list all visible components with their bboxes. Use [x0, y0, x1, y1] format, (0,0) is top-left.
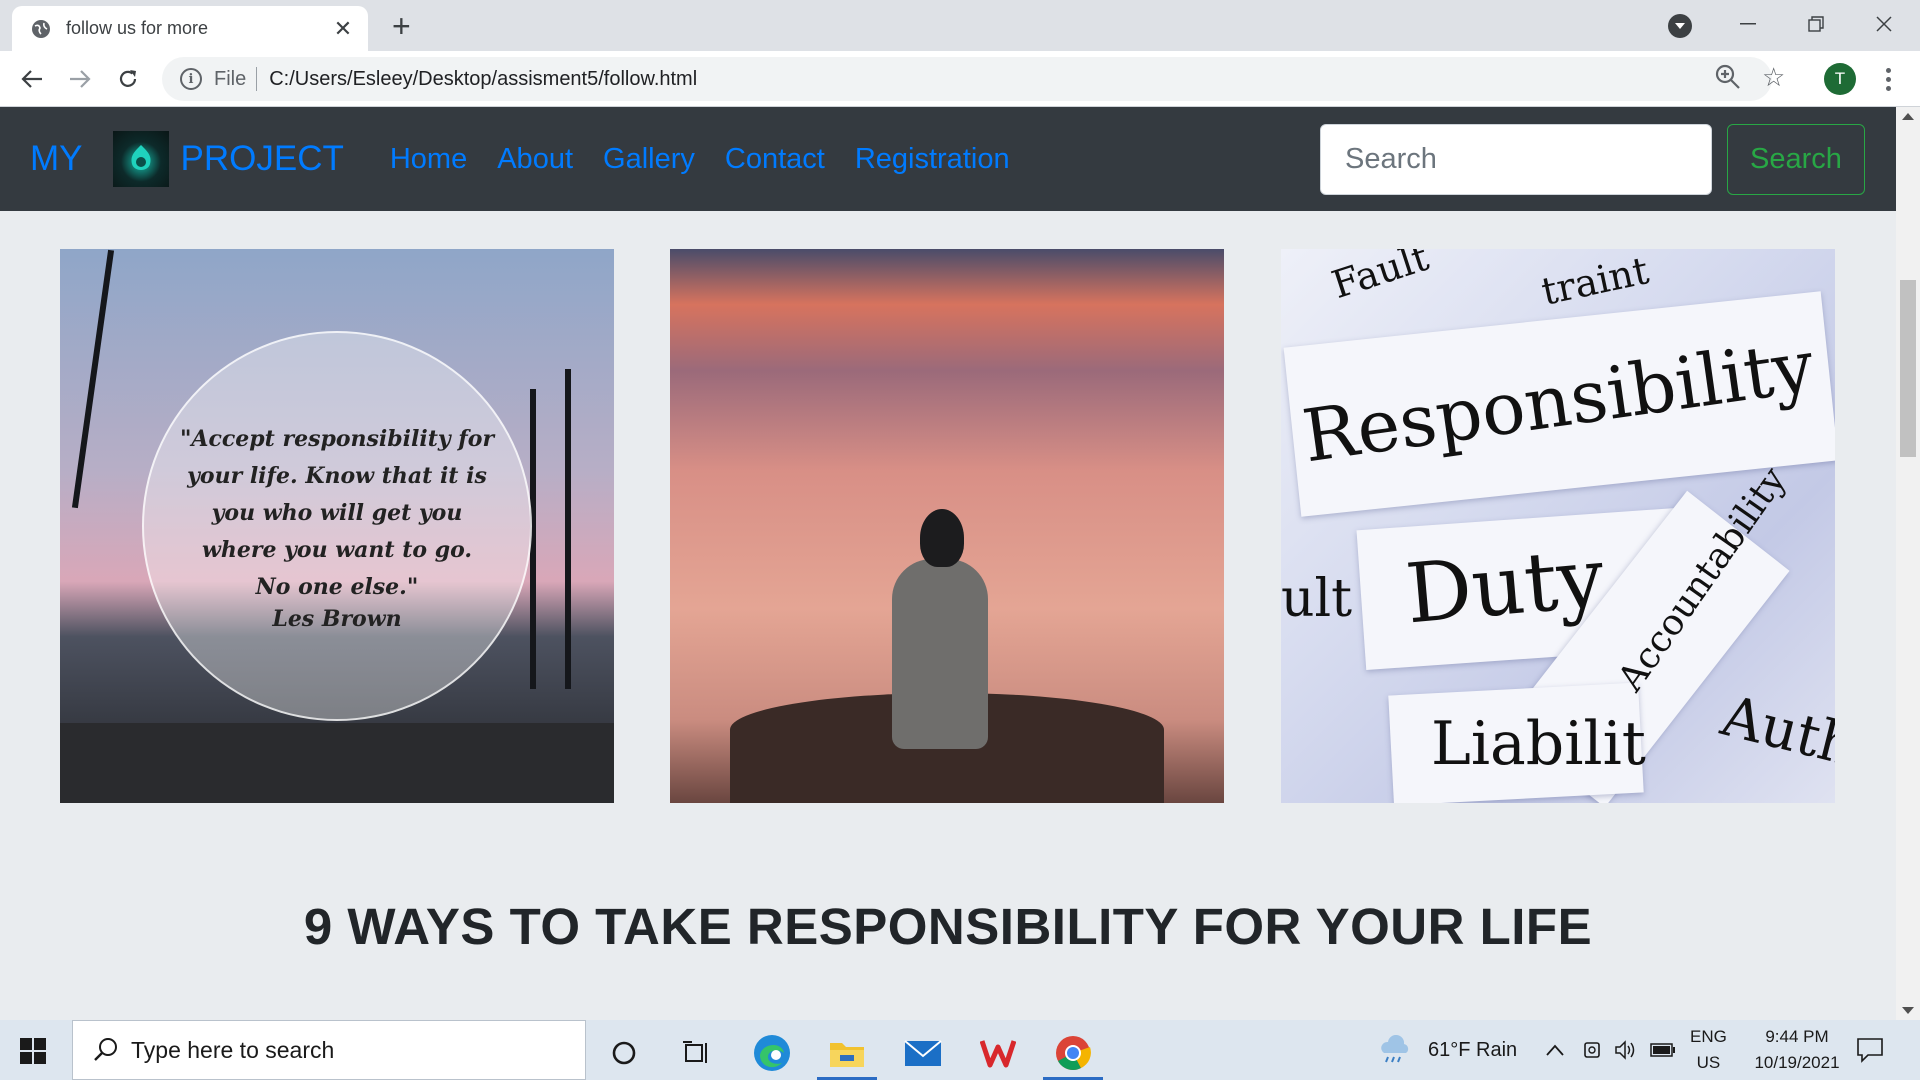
- scrollbar-thumb[interactable]: [1900, 280, 1916, 457]
- person-head: [920, 509, 964, 567]
- meet-now-icon[interactable]: [1582, 1020, 1604, 1080]
- word-duty: Duty: [1402, 530, 1608, 643]
- scroll-down-arrow-icon[interactable]: [1902, 1007, 1914, 1014]
- page-viewport: MY PROJECT Home About Gallery Contact Re…: [0, 107, 1896, 1020]
- quote-circle: "Accept responsibility for your life. Kn…: [142, 331, 532, 721]
- word-fault: Fault: [1326, 249, 1434, 308]
- menu-icon[interactable]: [1878, 63, 1898, 95]
- chrome-icon[interactable]: [1037, 1026, 1109, 1080]
- notifications-icon[interactable]: [1856, 1020, 1884, 1080]
- site-search-input[interactable]: [1320, 124, 1712, 195]
- responsibility-words-image: Fault traint Responsibility Duty ult Acc…: [1281, 249, 1835, 803]
- word-ult: ult: [1281, 569, 1353, 629]
- close-tab-icon[interactable]: ✕: [332, 16, 354, 42]
- show-hidden-icons-icon[interactable]: [1546, 1020, 1564, 1080]
- nav-link-contact[interactable]: Contact: [725, 143, 825, 176]
- bookmark-star-icon[interactable]: ☆: [1762, 62, 1785, 93]
- person-figure: [892, 559, 988, 749]
- weather-widget[interactable]: 61°F Rain: [1378, 1020, 1517, 1080]
- word-auth: Auth: [1715, 683, 1835, 780]
- url-text[interactable]: C:/Users/Esleey/Desktop/assisment5/follo…: [269, 68, 697, 91]
- quote-image: "Accept responsibility for your life. Kn…: [60, 249, 614, 803]
- brand-left-text: MY: [30, 139, 83, 178]
- browser-tab-strip: follow us for more ✕ +: [0, 0, 1920, 51]
- minimize-button[interactable]: [1728, 8, 1768, 40]
- tab-title: follow us for more: [66, 18, 209, 38]
- site-navbar: MY PROJECT Home About Gallery Contact Re…: [0, 107, 1896, 211]
- back-button[interactable]: [16, 63, 48, 95]
- address-bar[interactable]: i File C:/Users/Esleey/Desktop/assisment…: [162, 57, 1772, 101]
- scroll-up-arrow-icon[interactable]: [1902, 113, 1914, 120]
- taskbar-search-box[interactable]: Type here to search: [72, 1020, 586, 1080]
- weather-text: 61°F Rain: [1428, 1038, 1518, 1061]
- quote-author: Les Brown: [272, 605, 402, 632]
- brand-logo: [112, 131, 169, 187]
- browser-tab[interactable]: follow us for more ✕: [12, 6, 368, 51]
- taskbar-search-placeholder: Type here to search: [131, 1036, 335, 1063]
- nav-link-registration[interactable]: Registration: [855, 143, 1010, 176]
- brand-right-text: PROJECT: [180, 139, 344, 178]
- edge-browser-icon[interactable]: [736, 1026, 808, 1080]
- quote-text: "Accept responsibility for your life. Kn…: [172, 421, 502, 606]
- battery-icon[interactable]: [1650, 1020, 1676, 1080]
- palm-tree: [71, 249, 115, 509]
- region-code: US: [1696, 1053, 1721, 1072]
- forward-button[interactable]: [64, 63, 96, 95]
- info-icon[interactable]: i: [180, 68, 202, 90]
- nav-link-about[interactable]: About: [497, 143, 573, 176]
- road: [60, 723, 614, 803]
- reload-button[interactable]: [112, 63, 144, 95]
- windows-start-icon[interactable]: [20, 1038, 46, 1064]
- language-indicator[interactable]: ENG US: [1690, 1020, 1727, 1080]
- globe-icon: [30, 18, 52, 40]
- restore-button[interactable]: [1796, 8, 1836, 40]
- language-code: ENG: [1690, 1027, 1727, 1046]
- quote-line: "Accept responsibility for: [179, 425, 495, 452]
- rain-cloud-icon: [1381, 1035, 1409, 1063]
- nav-links: Home About Gallery Contact Registration: [390, 143, 1010, 176]
- mountain-clouds-image: [670, 249, 1224, 803]
- nav-link-gallery[interactable]: Gallery: [603, 143, 695, 176]
- task-view-icon[interactable]: [660, 1026, 732, 1080]
- close-window-button[interactable]: [1864, 8, 1904, 40]
- new-tab-button[interactable]: +: [392, 10, 411, 42]
- clock-date: 10/19/2021: [1754, 1053, 1840, 1072]
- nav-link-home[interactable]: Home: [390, 143, 467, 176]
- volume-icon[interactable]: [1614, 1020, 1638, 1080]
- site-search-button[interactable]: Search: [1727, 124, 1865, 195]
- quote-line: your life. Know that it is: [187, 462, 487, 489]
- scheme-label: File: [214, 67, 258, 91]
- quote-line: No one else.": [255, 573, 419, 600]
- quote-line: you who will get you: [211, 499, 463, 526]
- page-heading: 9 WAYS TO TAKE RESPONSIBILITY FOR YOUR L…: [303, 898, 1593, 955]
- clock-time: 9:44 PM: [1765, 1027, 1829, 1046]
- browser-toolbar: i File C:/Users/Esleey/Desktop/assisment…: [0, 51, 1920, 107]
- page-scrollbar[interactable]: [1896, 107, 1920, 1020]
- search-icon: [93, 1037, 119, 1069]
- wps-office-icon[interactable]: [962, 1026, 1034, 1080]
- cortana-icon[interactable]: [588, 1026, 660, 1080]
- palm-tree: [565, 369, 571, 689]
- windows-taskbar: Type here to search 61°F Rain ENG US 9:4…: [0, 1020, 1920, 1080]
- word-traint: traint: [1537, 249, 1653, 314]
- profile-avatar[interactable]: T: [1824, 63, 1856, 95]
- file-explorer-icon[interactable]: [811, 1026, 883, 1080]
- tab-search-icon[interactable]: [1668, 14, 1692, 38]
- site-brand[interactable]: MY PROJECT: [30, 131, 344, 187]
- zoom-icon[interactable]: [1714, 63, 1742, 96]
- word-liability: Liabilit: [1431, 709, 1646, 779]
- mail-icon[interactable]: [887, 1026, 959, 1080]
- quote-line: where you want to go.: [201, 536, 473, 563]
- clock[interactable]: 9:44 PM 10/19/2021: [1742, 1020, 1852, 1080]
